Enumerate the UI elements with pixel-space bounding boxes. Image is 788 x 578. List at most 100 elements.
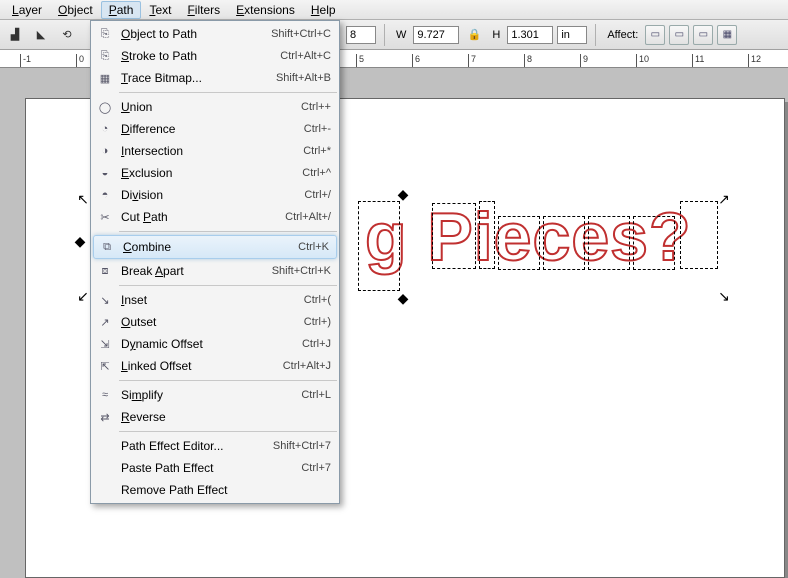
selection-handle-ne[interactable]: ↗ [716, 191, 732, 207]
menu-item-icon: ⧈ [95, 263, 115, 279]
tool-flip-v-icon[interactable]: ◣ [30, 24, 52, 46]
menu-item-label: Paste Path Effect [121, 461, 301, 475]
selection-box [543, 216, 585, 270]
affect-btn-1[interactable]: ▭ [645, 25, 665, 45]
menu-item-icon: ◯ [95, 99, 115, 115]
menu-item-break-apart[interactable]: ⧈ Break ApartShift+Ctrl+K [91, 260, 339, 282]
menu-item-shortcut: Ctrl+/ [304, 189, 331, 201]
menu-item-icon: ◑ [95, 143, 115, 159]
ruler-tick: 12 [748, 54, 761, 68]
menu-item-paste-path-effect[interactable]: Paste Path EffectCtrl+7 [91, 457, 339, 479]
menu-item-inset[interactable]: ↘InsetCtrl+( [91, 289, 339, 311]
path-menu-dropdown: ⎘Object to PathShift+Ctrl+C ⎘ Stroke to Pa… [90, 20, 340, 504]
menubar: LayerObjectPathTextFiltersExtensionsHelp [0, 0, 788, 20]
ruler-tick: 9 [580, 54, 588, 68]
menu-item-shortcut: Ctrl+) [304, 316, 331, 328]
ruler-tick: 11 [692, 54, 704, 68]
tool-rotate-icon[interactable]: ⟲ [56, 24, 78, 46]
ruler-tick: -1 [20, 54, 31, 68]
affect-btn-2[interactable]: ▭ [669, 25, 689, 45]
menu-item-label: Break Apart [121, 264, 272, 278]
menu-separator [119, 431, 337, 432]
menu-item-dynamic-offset[interactable]: ⇲ Dynamic OffsetCtrl+J [91, 333, 339, 355]
affect-label: Affect: [607, 29, 638, 41]
menu-separator [119, 380, 337, 381]
menu-help[interactable]: Help [303, 1, 344, 19]
menu-item-shortcut: Shift+Ctrl+C [271, 28, 331, 40]
height-input[interactable] [507, 26, 553, 44]
menu-item-cut-path[interactable]: ✂Cut PathCtrl+Alt+/ [91, 206, 339, 228]
menu-item-shortcut: Ctrl+* [303, 145, 331, 157]
selection-handle-sw[interactable]: ↙ [75, 288, 91, 304]
menu-item-stroke-to-path[interactable]: ⎘Stroke to PathCtrl+Alt+C [91, 45, 339, 67]
menu-item-label: Union [121, 100, 301, 114]
lock-icon[interactable]: 🔒 [463, 24, 485, 46]
menu-item-shortcut: Ctrl++ [301, 101, 331, 113]
ruler-tick: 10 [636, 54, 649, 68]
menu-extensions[interactable]: Extensions [228, 1, 303, 19]
menu-item-shortcut: Ctrl+7 [301, 462, 331, 474]
menu-item-shortcut: Shift+Ctrl+K [272, 265, 331, 277]
menu-item-label: Outset [121, 315, 304, 329]
affect-btn-4[interactable]: ▦ [717, 25, 737, 45]
menu-item-icon: ⇲ [95, 336, 115, 352]
menu-item-label: Simplify [121, 388, 301, 402]
menu-item-linked-offset[interactable]: ⇱Linked OffsetCtrl+Alt+J [91, 355, 339, 377]
menu-item-label: Stroke to Path [121, 49, 280, 63]
selection-handle-nw[interactable]: ↖ [75, 191, 91, 207]
menu-separator [119, 92, 337, 93]
menu-item-trace-bitmap[interactable]: ▦Trace Bitmap...Shift+Alt+B [91, 67, 339, 89]
menu-item-exclusion[interactable]: ◒ExclusionCtrl+^ [91, 162, 339, 184]
menu-layer[interactable]: Layer [4, 1, 50, 19]
menu-path[interactable]: Path [101, 1, 142, 19]
menu-item-label: Intersection [121, 144, 303, 158]
menu-item-shortcut: Ctrl+L [301, 389, 331, 401]
selection-handle-w[interactable]: ◆ [72, 233, 88, 249]
menu-item-label: Dynamic Offset [121, 337, 302, 351]
menu-item-reverse[interactable]: ⇄Reverse [91, 406, 339, 428]
tool-flip-h-icon[interactable]: ▟ [4, 24, 26, 46]
menu-item-difference[interactable]: ◔DifferenceCtrl+- [91, 118, 339, 140]
menu-item-division[interactable]: ◓DivisionCtrl+/ [91, 184, 339, 206]
ruler-tick: 8 [524, 54, 532, 68]
menu-item-icon: ↘ [95, 292, 115, 308]
menu-item-simplify[interactable]: ≈ SimplifyCtrl+L [91, 384, 339, 406]
menu-item-shortcut: Ctrl+Alt+J [283, 360, 331, 372]
selection-handle-s[interactable]: ◆ [395, 290, 411, 306]
width-input[interactable] [413, 26, 459, 44]
menu-item-icon: ◒ [95, 165, 115, 181]
menu-item-label: Division [121, 188, 304, 202]
ruler-tick: 6 [412, 54, 420, 68]
menu-item-label: Combine [123, 240, 298, 254]
menu-item-icon: ⧉ [97, 239, 117, 255]
menu-item-remove-path-effect[interactable]: Remove Path Effect [91, 479, 339, 501]
menu-item-icon: ⎘ [95, 48, 115, 64]
units-select[interactable] [557, 26, 587, 44]
menu-item-object-to-path[interactable]: ⎘Object to PathShift+Ctrl+C [91, 23, 339, 45]
selection-handle-n[interactable]: ◆ [395, 186, 411, 202]
menu-item-path-effect-editor[interactable]: Path Effect Editor...Shift+Ctrl+7 [91, 435, 339, 457]
menu-item-icon [95, 482, 115, 498]
menu-item-shortcut: Shift+Ctrl+7 [273, 440, 331, 452]
menu-item-union[interactable]: ◯ UnionCtrl++ [91, 96, 339, 118]
menu-item-combine[interactable]: ⧉CombineCtrl+K [93, 235, 337, 259]
menu-item-outset[interactable]: ↗OutsetCtrl+) [91, 311, 339, 333]
selection-handle-se[interactable]: ↘ [716, 288, 732, 304]
menu-item-icon: ⇄ [95, 409, 115, 425]
selection-box [432, 203, 476, 269]
selection-box [680, 201, 718, 269]
affect-btn-3[interactable]: ▭ [693, 25, 713, 45]
menu-item-label: Difference [121, 122, 304, 136]
spin-input[interactable] [346, 26, 376, 44]
menu-object[interactable]: Object [50, 1, 101, 19]
menu-item-label: Remove Path Effect [121, 483, 331, 497]
menu-item-icon: ≈ [95, 387, 115, 403]
menu-item-intersection[interactable]: ◑ IntersectionCtrl+* [91, 140, 339, 162]
menu-filters[interactable]: Filters [179, 1, 228, 19]
menu-item-shortcut: Ctrl+J [302, 338, 331, 350]
menu-text[interactable]: Text [141, 1, 179, 19]
menu-item-shortcut: Ctrl+^ [302, 167, 331, 179]
selection-box [358, 201, 400, 291]
menu-item-icon: ⇱ [95, 358, 115, 374]
menu-item-icon: ✂ [95, 209, 115, 225]
